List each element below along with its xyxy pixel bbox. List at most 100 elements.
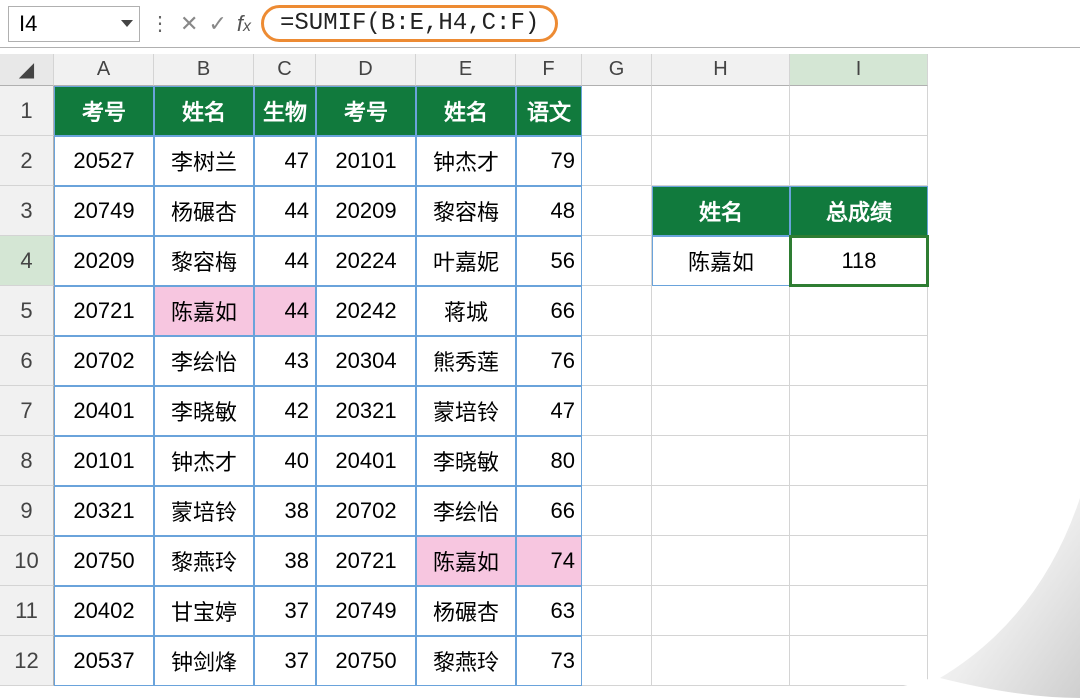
col-header[interactable]: H — [652, 54, 790, 86]
select-all-corner[interactable]: ◢ — [0, 54, 54, 86]
cell[interactable]: 20101 — [316, 136, 416, 186]
cell[interactable]: 黎燕玲 — [154, 536, 254, 586]
row-header[interactable]: 9 — [0, 486, 54, 536]
cell[interactable]: 20242 — [316, 286, 416, 336]
row-header[interactable]: 11 — [0, 586, 54, 636]
cell[interactable]: 73 — [516, 636, 582, 686]
cell[interactable] — [790, 436, 928, 486]
cell[interactable]: 蒋城 — [416, 286, 516, 336]
cell[interactable] — [652, 136, 790, 186]
cell[interactable]: 20537 — [54, 636, 154, 686]
row-header[interactable]: 4 — [0, 236, 54, 286]
cell[interactable]: 20749 — [54, 186, 154, 236]
cell[interactable]: 黎容梅 — [154, 236, 254, 286]
cell[interactable]: 20101 — [54, 436, 154, 486]
cell[interactable]: 20321 — [316, 386, 416, 436]
header-cell[interactable]: 生物 — [254, 86, 316, 136]
cell[interactable] — [652, 336, 790, 386]
cell[interactable]: 79 — [516, 136, 582, 186]
cell[interactable]: 李树兰 — [154, 136, 254, 186]
cell[interactable] — [652, 286, 790, 336]
cell[interactable]: 44 — [254, 286, 316, 336]
cell[interactable] — [582, 286, 652, 336]
cell[interactable]: 42 — [254, 386, 316, 436]
cell[interactable]: 熊秀莲 — [416, 336, 516, 386]
cell[interactable]: 蒙培铃 — [416, 386, 516, 436]
cell[interactable]: 63 — [516, 586, 582, 636]
cell[interactable] — [790, 636, 928, 686]
cell[interactable]: 37 — [254, 586, 316, 636]
col-header[interactable]: A — [54, 54, 154, 86]
row-header[interactable]: 2 — [0, 136, 54, 186]
cell[interactable]: 20721 — [54, 286, 154, 336]
cell[interactable] — [790, 486, 928, 536]
cell[interactable] — [652, 486, 790, 536]
cell[interactable]: 蒙培铃 — [154, 486, 254, 536]
cell[interactable] — [582, 436, 652, 486]
cell[interactable]: 74 — [516, 536, 582, 586]
cell[interactable] — [652, 436, 790, 486]
cell[interactable] — [790, 136, 928, 186]
cell[interactable] — [582, 336, 652, 386]
cell[interactable] — [582, 136, 652, 186]
cell[interactable]: 陈嘉如 — [652, 236, 790, 286]
col-header[interactable]: F — [516, 54, 582, 86]
cell[interactable]: 20750 — [54, 536, 154, 586]
cancel-icon[interactable]: ✕ — [180, 11, 198, 37]
cell[interactable] — [582, 486, 652, 536]
cell[interactable]: 66 — [516, 286, 582, 336]
cell[interactable] — [582, 536, 652, 586]
cell[interactable]: 47 — [254, 136, 316, 186]
cell[interactable] — [790, 336, 928, 386]
col-header[interactable]: C — [254, 54, 316, 86]
row-header[interactable]: 8 — [0, 436, 54, 486]
cell[interactable]: 38 — [254, 486, 316, 536]
cell[interactable]: 钟剑烽 — [154, 636, 254, 686]
cell[interactable]: 叶嘉妮 — [416, 236, 516, 286]
cell[interactable]: 20401 — [316, 436, 416, 486]
cell[interactable]: 20750 — [316, 636, 416, 686]
col-header[interactable]: I — [790, 54, 928, 86]
row-header[interactable]: 7 — [0, 386, 54, 436]
cell[interactable] — [582, 586, 652, 636]
cell[interactable]: 20209 — [316, 186, 416, 236]
col-header[interactable]: B — [154, 54, 254, 86]
cell[interactable] — [582, 186, 652, 236]
row-header[interactable]: 5 — [0, 286, 54, 336]
row-header[interactable]: 12 — [0, 636, 54, 686]
cell[interactable]: 80 — [516, 436, 582, 486]
col-header[interactable]: D — [316, 54, 416, 86]
cell[interactable]: 37 — [254, 636, 316, 686]
cell[interactable]: 陈嘉如 — [416, 536, 516, 586]
header-cell[interactable]: 姓名 — [416, 86, 516, 136]
cell[interactable] — [652, 586, 790, 636]
name-box[interactable]: I4 — [8, 6, 140, 42]
cell[interactable]: 李晓敏 — [416, 436, 516, 486]
cell[interactable]: 44 — [254, 236, 316, 286]
cell[interactable]: 20749 — [316, 586, 416, 636]
row-header[interactable]: 3 — [0, 186, 54, 236]
fx-icon[interactable]: fx — [237, 11, 251, 37]
cell[interactable]: 20401 — [54, 386, 154, 436]
header-cell[interactable]: 考号 — [54, 86, 154, 136]
cell[interactable]: 李绘怡 — [154, 336, 254, 386]
cell[interactable]: 20402 — [54, 586, 154, 636]
cell[interactable]: 56 — [516, 236, 582, 286]
cell[interactable]: 20209 — [54, 236, 154, 286]
cell[interactable]: 20527 — [54, 136, 154, 186]
cell[interactable] — [582, 636, 652, 686]
cell[interactable] — [652, 636, 790, 686]
formula-input[interactable]: =SUMIF(B:E,H4,C:F) — [261, 5, 558, 42]
cell[interactable]: 20702 — [316, 486, 416, 536]
cell[interactable]: 杨碾杏 — [154, 186, 254, 236]
cell[interactable]: 钟杰才 — [154, 436, 254, 486]
cell[interactable] — [582, 386, 652, 436]
cell[interactable]: 20304 — [316, 336, 416, 386]
cell[interactable]: 20721 — [316, 536, 416, 586]
cell[interactable] — [582, 86, 652, 136]
header-cell[interactable]: 考号 — [316, 86, 416, 136]
cell[interactable] — [652, 86, 790, 136]
cell[interactable]: 20224 — [316, 236, 416, 286]
header-cell[interactable]: 语文 — [516, 86, 582, 136]
col-header[interactable]: E — [416, 54, 516, 86]
